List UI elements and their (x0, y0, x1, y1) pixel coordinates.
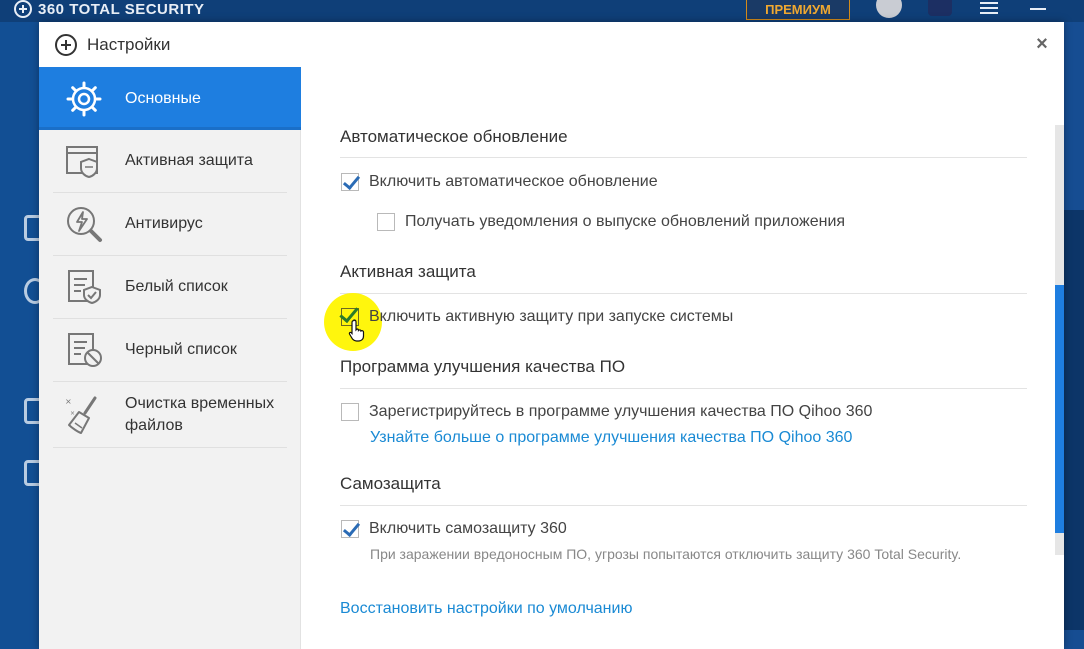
section-title-self-protection: Самозащита (340, 474, 441, 493)
settings-nav: Основные Активная защита Антивирус Белый… (39, 67, 301, 649)
menu-icon[interactable] (980, 2, 998, 14)
nav-item-whitelist[interactable]: Белый список (53, 256, 287, 319)
checkbox-label: Включить активную защиту при запуске сис… (369, 308, 734, 325)
checkbox-label: Зарегистрируйтесь в программе улучшения … (369, 403, 873, 420)
nav-label: Белый список (125, 278, 228, 295)
skin-icon[interactable] (928, 0, 952, 16)
checkbox-label: Получать уведомления о выпуске обновлени… (405, 213, 846, 230)
checkbox-checked[interactable] (341, 520, 359, 538)
checkbox-active-protection-startup[interactable]: Включить активную защиту при запуске сис… (341, 308, 733, 326)
nav-item-antivirus[interactable]: Антивирус (53, 193, 287, 256)
section-title-auto-update: Автоматическое обновление (340, 127, 568, 146)
checkbox-unchecked[interactable] (377, 213, 395, 231)
nav-label: Очистка временных файлов (125, 394, 275, 434)
lightning-magnifier-icon (65, 205, 103, 243)
self-protection-description-clip: При заражении вредоносным ПО, угрозы поп… (370, 545, 1030, 567)
checkbox-quality-program[interactable]: Зарегистрируйтесь в программе улучшения … (341, 403, 872, 421)
svg-text:×: × (65, 397, 72, 406)
minimize-icon[interactable] (1030, 8, 1046, 10)
checkbox-auto-update[interactable]: Включить автоматическое обновление (341, 173, 658, 191)
svg-text:×: × (70, 410, 75, 417)
section-title-quality-program: Программа улучшения качества ПО (340, 357, 626, 376)
nav-label: Основные (125, 89, 201, 107)
dialog-title: Настройки (87, 34, 171, 54)
checkbox-label: Включить самозащиту 360 (369, 520, 567, 537)
whitelist-icon (65, 268, 103, 306)
link-learn-more-quality-program[interactable]: Узнайте больше о программе улучшения кач… (370, 429, 852, 447)
checkbox-checked[interactable] (341, 173, 359, 191)
nav-item-temp-cleanup[interactable]: × × Очистка временных файлов (53, 382, 287, 448)
self-protection-description: При заражении вредоносным ПО, угрозы поп… (370, 546, 962, 562)
premium-button[interactable]: ПРЕМИУМ (746, 0, 850, 20)
section-divider (340, 505, 1027, 506)
checkbox-update-notifications[interactable]: Получать уведомления о выпуске обновлени… (377, 213, 845, 231)
nav-label: Активная защита (125, 152, 253, 169)
nav-item-blacklist[interactable]: Черный список (53, 319, 287, 382)
close-button[interactable]: × (1032, 33, 1052, 55)
scrollbar-thumb[interactable] (1055, 285, 1064, 533)
hand-cursor-icon (348, 318, 368, 342)
background-app-logo: 360 TOTAL SECURITY (14, 0, 205, 18)
broom-icon: × × (65, 396, 103, 434)
background-right-strip (1064, 22, 1084, 649)
checkbox-label: Включить автоматическое обновление (369, 173, 658, 190)
blacklist-icon (65, 331, 103, 369)
scrollbar[interactable] (1055, 125, 1064, 555)
section-title-active-protection: Активная защита (340, 262, 476, 281)
background-app-title: 360 TOTAL SECURITY (38, 0, 205, 18)
checkbox-unchecked[interactable] (341, 403, 359, 421)
section-divider (340, 293, 1027, 294)
nav-item-general[interactable]: Основные (39, 67, 301, 130)
nav-item-active-protection[interactable]: Активная защита (53, 130, 287, 193)
nav-label: Черный список (125, 341, 237, 358)
nav-label: Антивирус (125, 215, 203, 232)
gear-icon (65, 80, 103, 118)
section-divider (340, 157, 1027, 158)
checkbox-self-protection[interactable]: Включить самозащиту 360 (341, 520, 567, 538)
app-logo-icon (55, 33, 77, 56)
app-logo-icon (14, 0, 32, 18)
dialog-header: Настройки × (39, 22, 1064, 67)
shield-window-icon (65, 142, 103, 180)
section-divider (340, 388, 1027, 389)
restore-defaults-link[interactable]: Восстановить настройки по умолчанию (340, 600, 632, 618)
